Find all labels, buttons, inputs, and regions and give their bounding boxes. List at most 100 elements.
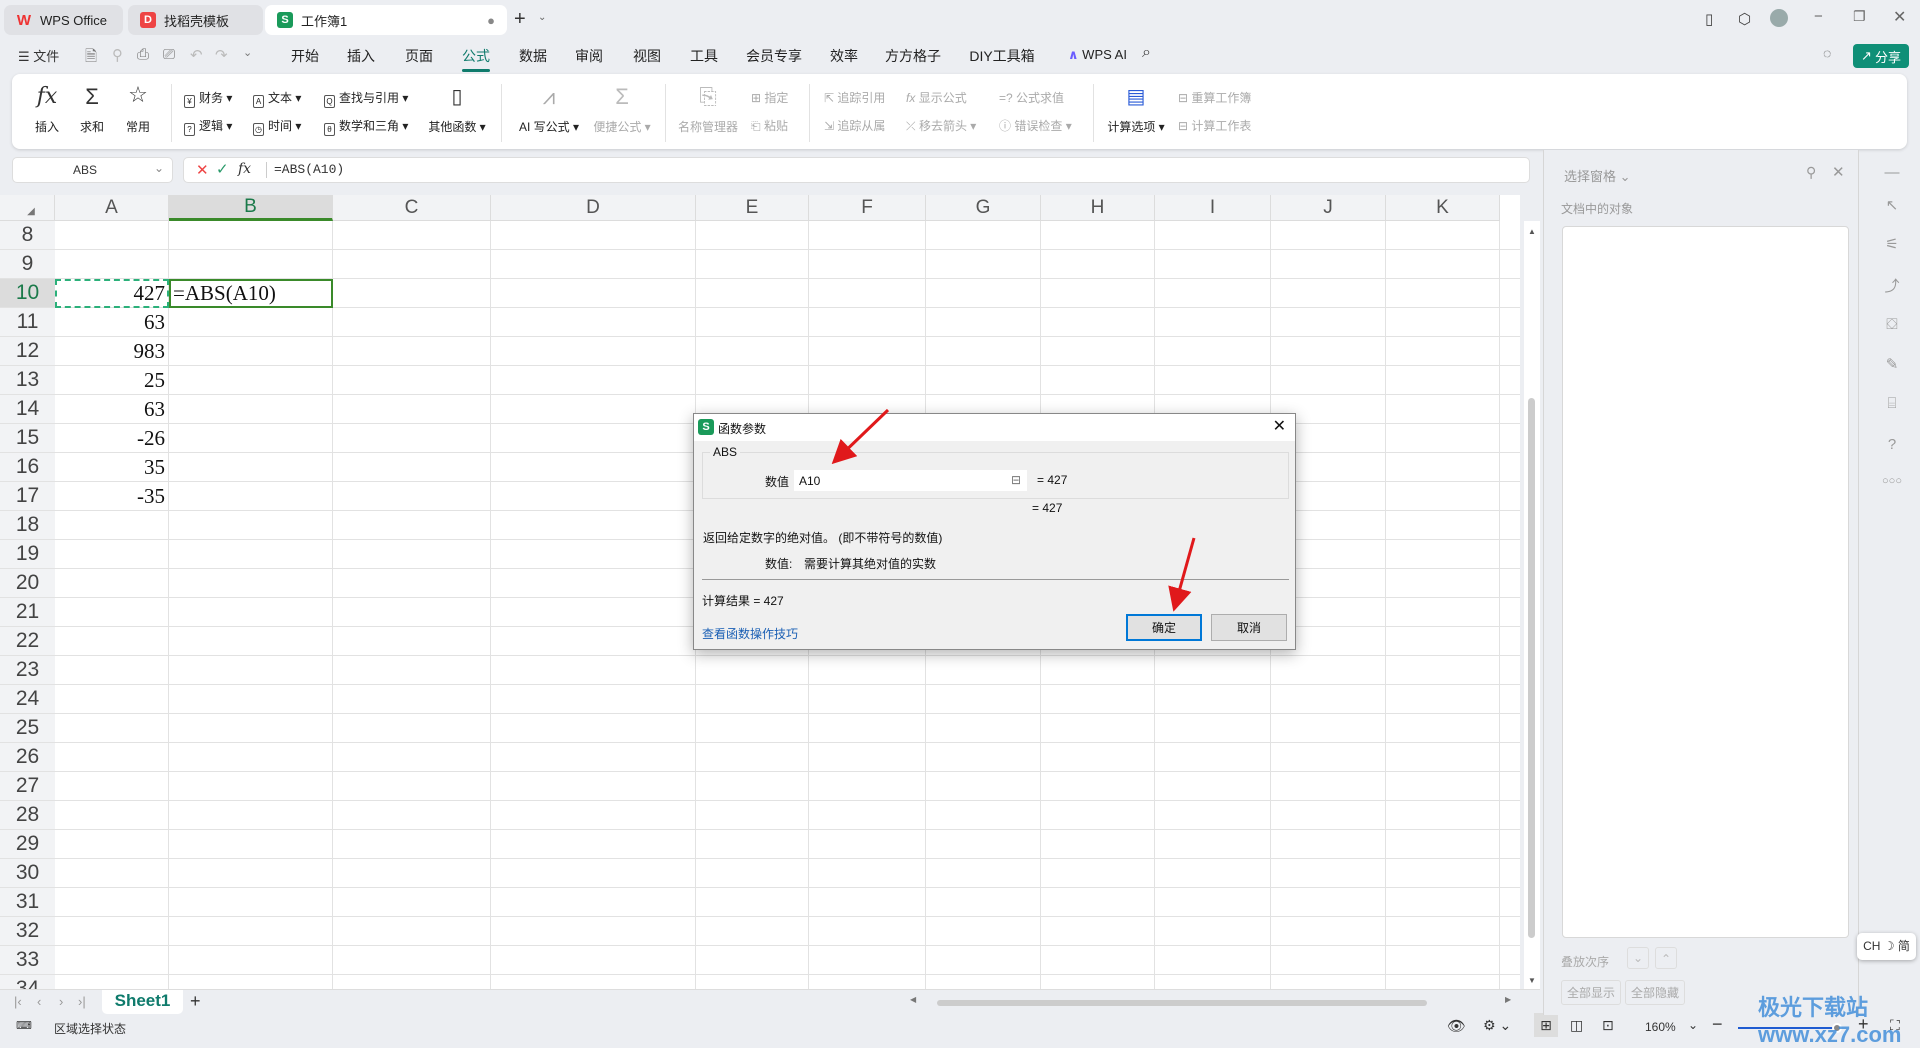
move-up-button[interactable]: ⌃ [1655,947,1677,969]
menu-tab-8[interactable]: 会员专享 [746,46,802,66]
minimize-icon[interactable]: − [1814,8,1823,25]
row-header-25[interactable]: 25 [0,714,55,743]
menu-tab-10[interactable]: 方方格子 [885,46,941,66]
row-header-21[interactable]: 21 [0,598,55,627]
quick-formula-button[interactable]: 便捷公式 ▾ [593,118,650,135]
define-button[interactable]: ⊞ 指定 [751,89,788,106]
sum-icon[interactable]: Σ [85,84,99,110]
time-button[interactable]: ◷ 时间 ▾ [253,117,301,136]
hide-all-button[interactable]: 全部隐藏 [1625,980,1686,1005]
new-tab-button[interactable]: + [514,8,526,31]
row-header-33[interactable]: 33 [0,946,55,975]
row-header-12[interactable]: 12 [0,337,55,366]
cell-A11[interactable]: 63 [55,308,169,337]
redo-icon[interactable]: ↷ [215,46,228,64]
insert-function-icon[interactable]: fx [37,84,58,109]
formula-input[interactable]: ✕ ✓ fx =ABS(A10) [183,157,1530,183]
cell-A17[interactable]: -35 [55,482,169,511]
name-manager-icon[interactable]: ⎘ [699,84,717,110]
column-header-F[interactable]: F [809,195,926,221]
column-header-D[interactable]: D [491,195,696,221]
column-header-A[interactable]: A [55,195,169,221]
trace-precedents-button[interactable]: ⇱ 追踪引用 [824,89,885,106]
page-break-view-icon[interactable]: ◫ [1570,1017,1583,1034]
pin-icon[interactable]: ⚲ [1806,164,1816,181]
row-header-29[interactable]: 29 [0,830,55,859]
image-edit-icon[interactable]: ⛋ [1882,316,1902,336]
remove-arrows-button[interactable]: ⤫ 移去箭头 ▾ [906,117,976,134]
menu-tab-7[interactable]: 工具 [690,46,718,66]
ime-indicator[interactable]: CH ☽ 简 [1857,933,1916,960]
cell-A14[interactable]: 63 [55,395,169,424]
cancel-edit-icon[interactable]: ✕ [196,161,209,179]
ok-button[interactable]: 确定 [1126,614,1202,641]
file-menu[interactable]: ☰ 文件 [18,46,59,65]
column-header-G[interactable]: G [926,195,1041,221]
row-header-8[interactable]: 8 [0,221,55,250]
zoom-out-button[interactable]: − [1712,1014,1723,1035]
select-all-corner[interactable]: ◢ [0,195,55,221]
insert-function-button[interactable]: 插入 [35,118,59,135]
column-header-C[interactable]: C [333,195,491,221]
row-header-10[interactable]: 10 [0,279,55,308]
next-sheet-icon[interactable]: › [59,994,63,1009]
wps-ai-button[interactable]: ∧ WPS AI [1068,47,1127,63]
row-header-26[interactable]: 26 [0,743,55,772]
other-functions-icon[interactable]: ▯ [451,84,462,109]
ai-formula-icon[interactable]: ⩘ [543,84,555,110]
tab-list-chevron-icon[interactable]: ⌄ [538,12,546,23]
prev-sheet-icon[interactable]: ‹ [37,994,41,1009]
first-sheet-icon[interactable]: |‹ [14,994,22,1009]
share-doc-icon[interactable]: ⚲ [112,46,123,64]
user-avatar[interactable] [1770,9,1788,27]
finance-button[interactable]: ¥ 财务 ▾ [184,89,232,108]
close-window-icon[interactable]: ✕ [1893,7,1906,27]
row-header-19[interactable]: 19 [0,540,55,569]
calc-options-button[interactable]: 计算选项 ▾ [1107,118,1164,135]
row-header-22[interactable]: 22 [0,627,55,656]
add-sheet-button[interactable]: + [190,991,201,1012]
show-all-button[interactable]: 全部显示 [1561,980,1622,1005]
scroll-left-icon[interactable]: ◀ [910,995,916,1004]
calc-options-icon[interactable]: ▤ [1127,84,1146,109]
cancel-button[interactable]: 取消 [1211,614,1287,641]
row-header-23[interactable]: 23 [0,656,55,685]
recalc-workbook-button[interactable]: ⊟ 重算工作簿 [1178,89,1251,106]
row-header-17[interactable]: 17 [0,482,55,511]
row-header-11[interactable]: 11 [0,308,55,337]
row-header-30[interactable]: 30 [0,859,55,888]
share-button[interactable]: ↗ 分享 [1853,44,1909,68]
vertical-scrollbar[interactable]: ▲ ▼ [1524,221,1540,989]
show-formulas-button[interactable]: fx 显示公式 [906,89,967,106]
common-button[interactable]: 常用 [126,118,150,135]
scroll-down-icon[interactable]: ▼ [1528,976,1536,985]
normal-view-icon[interactable]: ⊞ [1534,1013,1558,1037]
scroll-right-icon[interactable]: ▶ [1505,995,1511,1004]
horizontal-scroll-thumb[interactable] [937,1000,1427,1006]
menu-tab-3[interactable]: 公式 [462,46,490,72]
name-box[interactable]: ABS ⌄ [12,157,173,183]
math-button[interactable]: θ 数学和三角 ▾ [324,117,408,136]
menu-tab-1[interactable]: 插入 [347,46,375,66]
tools-icon[interactable]: ✎ [1882,355,1902,375]
settings-icon[interactable]: ⚙ ⌄ [1483,1017,1511,1034]
save-icon[interactable]: 🗎 [85,46,97,71]
confirm-edit-icon[interactable]: ✓ [216,160,229,178]
comment-icon[interactable]: ◌ [1823,45,1831,61]
error-check-button[interactable]: ⓘ 错误检查 ▾ [999,117,1072,134]
tab-docer[interactable]: D 找稻壳模板 [128,5,263,35]
quick-formula-icon[interactable]: Σ [615,84,629,110]
book-search-icon[interactable]: ⌸ [1882,395,1902,415]
insert-function-icon[interactable]: fx [238,161,251,177]
row-header-20[interactable]: 20 [0,569,55,598]
other-functions-button[interactable]: 其他函数 ▾ [428,118,485,135]
row-header-27[interactable]: 27 [0,772,55,801]
paste-name-button[interactable]: ⎗ 粘贴 [751,117,788,134]
menu-tab-4[interactable]: 数据 [519,46,547,66]
row-header-28[interactable]: 28 [0,801,55,830]
more-icon[interactable]: ○○○ [1882,475,1902,495]
print-preview-icon[interactable]: ⎚ [163,46,175,63]
column-header-B[interactable]: B [169,195,333,221]
logic-button[interactable]: ? 逻辑 ▾ [184,117,232,136]
collapse-icon[interactable]: — [1882,164,1902,184]
